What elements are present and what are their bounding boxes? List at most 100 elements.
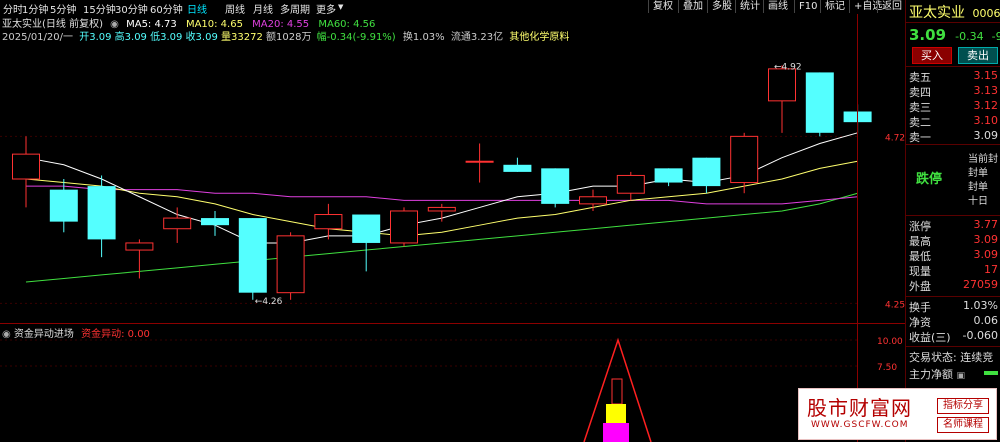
quote-pct: -9.9 — [991, 30, 1000, 43]
candle-body — [314, 214, 343, 230]
watermark-title: 股市财富网 — [807, 396, 912, 420]
stat-row: 现量 17 — [909, 263, 1000, 278]
stat-label: 外盘 — [909, 280, 931, 293]
main-flow-label: 主力净额 — [909, 368, 953, 381]
main-flow-icon[interactable]: ▣ — [957, 371, 966, 381]
candle-body — [616, 174, 645, 194]
ask-label: 卖二 — [909, 116, 931, 129]
indicator-svg: 10.00 7.50 — [0, 337, 903, 442]
toolbar-button-2[interactable]: 多股 — [707, 0, 736, 13]
toolbar-button-6[interactable]: 标记 — [820, 0, 849, 13]
candle-body — [163, 217, 192, 230]
signal-yellow-bar — [606, 404, 626, 423]
candle-body — [87, 186, 116, 240]
watermark-box: 股市财富网 WWW.GSCFW.COM 指标分享 名师课程 — [798, 388, 997, 440]
stat2-row: 收益(三) -0.060 — [909, 329, 1000, 344]
toolbar-button-8[interactable]: 返回 — [877, 0, 906, 13]
candle-body — [427, 206, 456, 212]
main-flow-bar — [984, 371, 998, 375]
limit-note: 十日 — [968, 196, 988, 207]
stat2-row: 换手 1.03% — [909, 299, 1000, 314]
stat-value: 3.77 — [973, 218, 999, 231]
signal-magenta-bar — [603, 423, 629, 442]
indicator-axis-label: 7.50 — [877, 363, 897, 373]
stat2-value: 0.06 — [973, 314, 999, 327]
stat-value: 27059 — [963, 278, 998, 291]
more-dropdown-icon[interactable]: ▼ — [338, 3, 343, 11]
candle-body — [125, 242, 154, 251]
candle-body — [579, 196, 607, 205]
stat-label: 最低 — [909, 250, 931, 263]
kline-chart-area[interactable]: 亚太实业(日线 前复权) ◉ MA5: 4.73 MA10: 4.65 MA20… — [0, 14, 905, 324]
ask-row[interactable]: 卖一 3.09 — [909, 129, 1000, 144]
stat-label: 最高 — [909, 235, 931, 248]
price-axis-label: 4.25 — [885, 300, 905, 310]
stat2-label: 净资 — [909, 316, 931, 329]
candle-body — [503, 164, 532, 172]
watermark-tag2: 名师课程 — [937, 417, 989, 433]
ask-price: 3.15 — [973, 69, 999, 82]
toolbar-button-1[interactable]: 叠加 — [678, 0, 707, 13]
ask-price: 3.09 — [973, 129, 999, 142]
low-annotation: ←4.26 — [255, 297, 283, 307]
quote-change: -0.34 — [955, 30, 984, 43]
candle-body — [465, 160, 494, 163]
signal-box — [611, 378, 623, 405]
candle-body — [390, 210, 418, 244]
ask-row[interactable]: 卖五 3.15 — [909, 69, 1000, 84]
ask-price: 3.13 — [973, 84, 999, 97]
indicator-pane[interactable]: ◉ 资金异动进场 资金异动: 0.00 10.00 7.50 — [0, 324, 905, 442]
stat2-value: -0.060 — [962, 329, 998, 342]
candle-body — [805, 72, 834, 133]
price-axis-label: 4.72 — [885, 133, 905, 143]
ask-label: 卖三 — [909, 101, 931, 114]
limit-state: 跌停 — [916, 172, 943, 187]
kline-svg: ←4.92 ←4.26 4.72 4.25 — [0, 62, 905, 310]
sell-button[interactable]: 卖出 — [958, 47, 998, 64]
candle-body — [276, 235, 305, 294]
toolbar-button-4[interactable]: 画线 — [763, 0, 792, 13]
stat-row: 外盘 27059 — [909, 278, 1000, 293]
candle-body — [352, 214, 381, 243]
candle-body — [654, 168, 683, 183]
quote-stock-name: 亚太实业 — [909, 5, 965, 21]
stat-label: 现量 — [909, 265, 931, 278]
stat2-row: 净资 0.06 — [909, 314, 1000, 329]
stat-value: 3.09 — [973, 248, 999, 261]
stat-row: 最高 3.09 — [909, 233, 1000, 248]
quote-price: 3.09 — [909, 26, 947, 44]
stat-row: 最低 3.09 — [909, 248, 1000, 263]
indicator-axis-label: 10.00 — [877, 337, 903, 347]
toolbar-button-5[interactable]: F10 — [794, 0, 821, 13]
quote-stock-code: 00069 — [972, 7, 1000, 20]
limit-note: 当前封 — [968, 154, 998, 165]
toolbar-button-3[interactable]: 统计 — [735, 0, 764, 13]
candle-body — [730, 135, 759, 184]
quote-panel: 亚太实业 00069 3.09 -0.34 -9.9 买入 卖出 卖五3.15卖… — [906, 0, 1000, 442]
buy-button[interactable]: 买入 — [912, 47, 952, 64]
high-annotation: ←4.92 — [774, 62, 802, 72]
ask-row[interactable]: 卖三 3.12 — [909, 99, 1000, 114]
candle-body — [238, 218, 267, 293]
ask-price: 3.10 — [973, 114, 999, 127]
stat-row: 涨停 3.77 — [909, 218, 1000, 233]
watermark-tag1: 指标分享 — [937, 398, 989, 414]
ask-label: 卖四 — [909, 86, 931, 99]
ask-label: 卖一 — [909, 131, 931, 144]
limit-note: 封单 — [968, 182, 988, 193]
stat-value: 17 — [984, 263, 998, 276]
ask-row[interactable]: 卖二 3.10 — [909, 114, 1000, 129]
ask-price: 3.12 — [973, 99, 999, 112]
candle-body — [201, 218, 229, 226]
trade-state: 交易状态: 连续竞 — [909, 351, 994, 364]
candle-body — [692, 157, 721, 187]
stat2-value: 1.03% — [963, 299, 998, 312]
ask-row[interactable]: 卖四 3.13 — [909, 84, 1000, 99]
candle-body — [541, 168, 570, 204]
toolbar-button-0[interactable]: 复权 — [648, 0, 677, 13]
stat-value: 3.09 — [973, 233, 999, 246]
candle-body — [49, 189, 78, 222]
stat-label: 涨停 — [909, 220, 931, 233]
stat2-label: 收益(三) — [909, 331, 951, 344]
ask-label: 卖五 — [909, 71, 931, 84]
